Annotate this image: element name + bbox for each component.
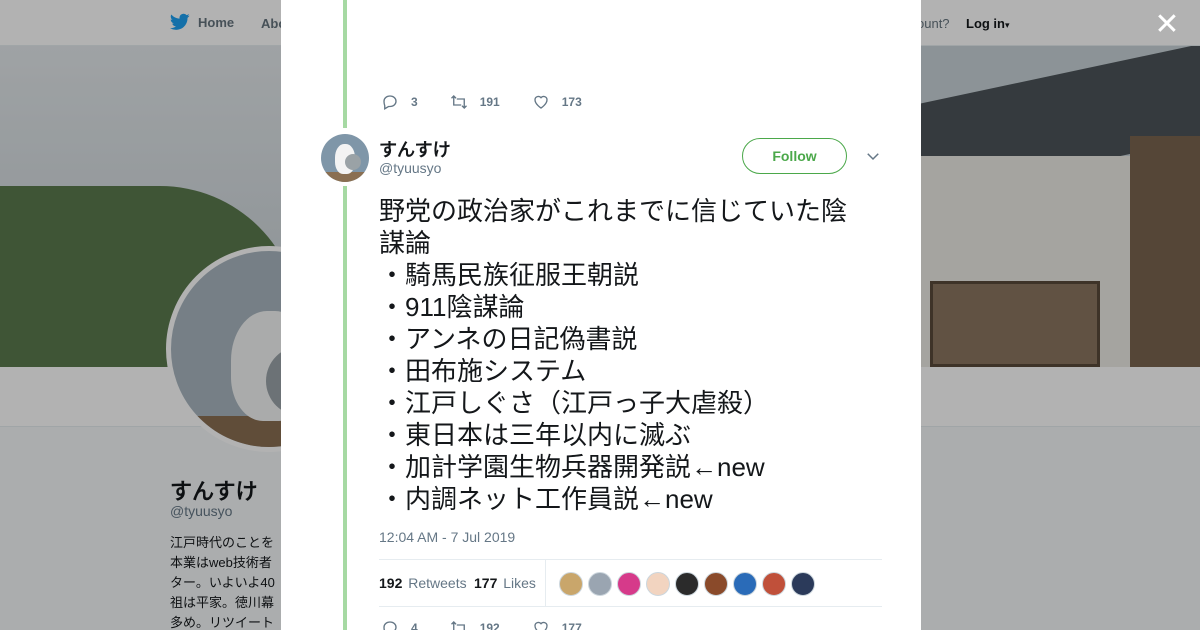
tweet-text-line: ・騎馬民族征服王朝説 — [379, 260, 640, 290]
reply-icon — [383, 621, 397, 630]
tweet-text-line: ・アンネの日記偽書説 — [379, 324, 638, 354]
like-button[interactable]: 173 — [532, 93, 582, 111]
thread-connector — [343, 0, 347, 128]
retweet-icon — [450, 95, 467, 109]
like-count: 177 — [561, 621, 582, 630]
next-tweet-actions: 4 192 177 — [381, 619, 614, 630]
liker-avatar[interactable] — [617, 572, 641, 596]
stats-divider — [545, 560, 546, 607]
retweet-icon — [450, 621, 465, 630]
retweets-stat[interactable]: 192 Retweets — [379, 575, 467, 591]
tweet-text-line: ・911陰謀論 — [379, 292, 525, 322]
tweet-text-line: 謀論 — [379, 228, 432, 258]
liker-avatar[interactable] — [559, 572, 583, 596]
chevron-down-icon[interactable] — [864, 147, 882, 165]
retweet-total: 192 — [379, 575, 403, 591]
retweet-count: 192 — [479, 621, 500, 630]
author-handle[interactable]: @tyuusyo — [379, 160, 441, 176]
like-total: 177 — [474, 575, 498, 591]
tweet-text: 野党の政治家がこれまでに信じていた陰 謀論 ・騎馬民族征服王朝説 ・911陰謀論… — [379, 195, 889, 515]
author-name[interactable]: すんすけ — [379, 136, 451, 162]
liker-avatar[interactable] — [733, 572, 757, 596]
retweet-button[interactable]: 191 — [450, 93, 500, 111]
retweet-count: 191 — [479, 95, 500, 109]
thread-connector — [343, 186, 347, 630]
heart-icon — [534, 621, 548, 630]
close-icon[interactable]: ✕ — [1154, 10, 1180, 40]
retweet-button[interactable]: 192 — [450, 619, 500, 630]
liker-avatar[interactable] — [791, 572, 815, 596]
like-label: Likes — [503, 575, 536, 591]
reply-count: 3 — [411, 95, 418, 109]
liker-avatars — [559, 572, 815, 596]
tweet-text-line: ・田布施システム — [379, 356, 587, 386]
tweet-text-line: ・内調ネット工作員説←new — [379, 484, 713, 514]
tweet-text-line: ・東日本は三年以内に滅ぶ — [379, 420, 692, 450]
follow-button[interactable]: Follow — [742, 138, 847, 174]
tweet-stats: 192 Retweets 177 Likes — [379, 559, 882, 607]
tweet-timestamp[interactable]: 12:04 AM - 7 Jul 2019 — [379, 529, 515, 545]
tweet-modal: 3 191 173 すんすけ @tyuusyo Follow 野党の政治家がこれ… — [281, 0, 921, 630]
like-count: 173 — [561, 95, 582, 109]
tweet-text-line: 野党の政治家がこれまでに信じていた陰 — [379, 196, 848, 226]
liker-avatar[interactable] — [646, 572, 670, 596]
retweet-label: Retweets — [408, 575, 467, 591]
previous-tweet-actions: 3 191 173 — [381, 93, 614, 111]
author-avatar[interactable] — [321, 134, 369, 182]
reply-button[interactable]: 3 — [381, 93, 418, 111]
heart-icon — [534, 95, 548, 109]
likes-stat[interactable]: 177 Likes — [474, 575, 536, 591]
liker-avatar[interactable] — [762, 572, 786, 596]
tweet-text-line: ・加計学園生物兵器開発説←new — [379, 452, 765, 482]
reply-button[interactable]: 4 — [381, 619, 418, 630]
reply-icon — [383, 95, 397, 110]
tweet-text-line: ・江戸しぐさ（江戸っ子大虐殺） — [379, 388, 770, 418]
reply-count: 4 — [411, 621, 418, 630]
liker-avatar[interactable] — [588, 572, 612, 596]
liker-avatar[interactable] — [675, 572, 699, 596]
like-button[interactable]: 177 — [532, 619, 582, 630]
liker-avatar[interactable] — [704, 572, 728, 596]
